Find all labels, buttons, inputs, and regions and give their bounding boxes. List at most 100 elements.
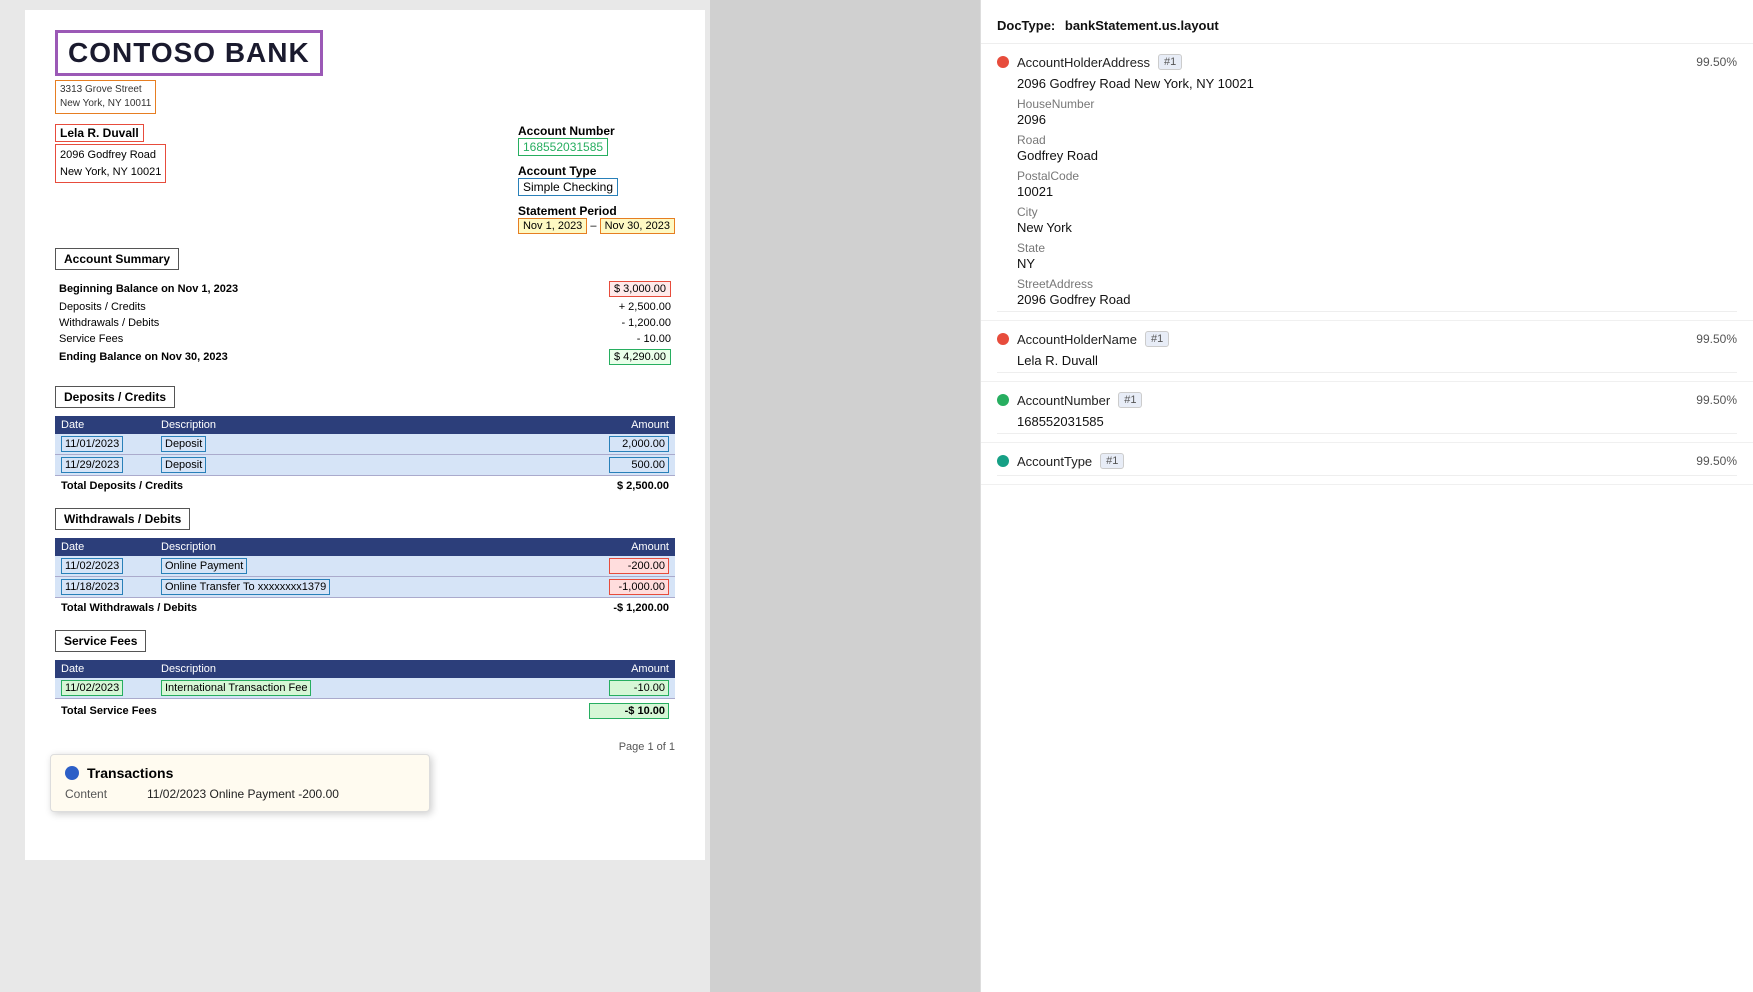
period-start: Nov 1, 2023 [518, 218, 587, 234]
deposits-header: Deposits / Credits [55, 386, 175, 408]
account-summary-header: Account Summary [55, 248, 179, 270]
field-value-accountnumber: 168552031585 [997, 412, 1737, 431]
deposit-row: 11/29/2023 Deposit 500.00 [55, 455, 675, 476]
account-number-value: 168552031585 [518, 138, 608, 156]
tooltip-content-row: Content 11/02/2023 Online Payment -200.0… [65, 787, 415, 801]
deposits-col-desc: Description [155, 416, 575, 434]
status-dot-accounttype [997, 455, 1009, 467]
field-score-accounttype: 99.50% [1696, 454, 1737, 468]
sub-field-name-road: Road [1017, 133, 1737, 147]
field-header-accountholderaddress[interactable]: AccountHolderAddress#1 99.50% [997, 50, 1737, 74]
page-number: Page 1 of 1 [55, 741, 675, 753]
summary-row: Service Fees- 10.00 [57, 332, 673, 346]
field-name-accountholderaddress: AccountHolderAddress [1017, 55, 1150, 70]
period-dash: – [590, 220, 596, 232]
field-header-accountnumber[interactable]: AccountNumber#1 99.50% [997, 388, 1737, 412]
field-header-left: AccountHolderName #1 [997, 331, 1169, 347]
field-name-accountnumber: AccountNumber [1017, 393, 1110, 408]
sub-field-value-streetaddress: 2096 Godfrey Road [1017, 292, 1737, 307]
field-header-accounttype[interactable]: AccountType#1 99.50% [997, 449, 1737, 473]
account-info: Account Number 168552031585 Account Type… [518, 124, 675, 234]
fee-row: 11/02/2023 International Transaction Fee… [55, 678, 675, 699]
bank-document: CONTOSO BANK 3313 Grove Street New York,… [25, 10, 705, 860]
sub-field-housenumber: HouseNumber2096 [997, 93, 1737, 129]
document-panel: CONTOSO BANK 3313 Grove Street New York,… [0, 0, 710, 992]
sub-field-road: RoadGodfrey Road [997, 129, 1737, 165]
status-dot-accountholderaddress [997, 56, 1009, 68]
sub-field-name-state: State [1017, 241, 1737, 255]
field-badge-accountholdername: #1 [1145, 331, 1169, 347]
field-value-accountholderaddress: 2096 Godfrey Road New York, NY 10021 [997, 74, 1737, 93]
bank-address: 3313 Grove Street New York, NY 10011 [55, 80, 156, 114]
doctype-label: DocType: [997, 18, 1055, 33]
deposits-col-amount: Amount [575, 416, 675, 434]
account-type-label: Account Type [518, 164, 596, 178]
field-name-accountholdername: AccountHolderName [1017, 332, 1137, 347]
withdrawals-col-date: Date [55, 538, 155, 556]
doctype-bar: DocType: bankStatement.us.layout [981, 10, 1753, 44]
field-group-accounttype[interactable]: AccountType#1 99.50% [981, 443, 1753, 485]
summary-row: Withdrawals / Debits- 1,200.00 [57, 316, 673, 330]
sub-field-value-road: Godfrey Road [1017, 148, 1737, 163]
customer-name: Lela R. Duvall [55, 124, 144, 142]
customer-address: 2096 Godfrey Road New York, NY 10021 [55, 144, 166, 183]
withdrawal-row: 11/18/2023 Online Transfer To xxxxxxxx13… [55, 577, 675, 598]
deposits-table: Date Description Amount 11/01/2023 Depos… [55, 416, 675, 494]
sub-field-city: CityNew York [997, 201, 1737, 237]
sub-field-state: StateNY [997, 237, 1737, 273]
tooltip-content-label: Content [65, 787, 135, 801]
fees-col-desc: Description [155, 660, 575, 678]
middle-panel [710, 0, 980, 992]
field-header-accountholdername[interactable]: AccountHolderName#199.50% [997, 327, 1737, 351]
sub-field-name-housenumber: HouseNumber [1017, 97, 1737, 111]
customer-info: Lela R. Duvall 2096 Godfrey Road New Yor… [55, 124, 166, 234]
field-score-accountnumber: 99.50% [1696, 393, 1737, 407]
withdrawals-col-amount: Amount [575, 538, 675, 556]
summary-row: Beginning Balance on Nov 1, 2023$ 3,000.… [57, 280, 673, 298]
right-panel[interactable]: DocType: bankStatement.us.layout Account… [980, 0, 1753, 992]
status-dot-accountholdername [997, 333, 1009, 345]
field-divider [997, 433, 1737, 434]
service-fees-header: Service Fees [55, 630, 146, 652]
period-end: Nov 30, 2023 [600, 218, 675, 234]
field-score-accountholderaddress: 99.50% [1696, 55, 1737, 69]
withdrawals-col-desc: Description [155, 538, 575, 556]
field-value-accountholdername: Lela R. Duvall [997, 351, 1737, 370]
withdrawals-header: Withdrawals / Debits [55, 508, 190, 530]
fees-total-row: Total Service Fees-$ 10.00 [55, 699, 675, 722]
field-header-left: AccountType#1 [997, 453, 1124, 469]
sub-field-value-housenumber: 2096 [1017, 112, 1737, 127]
field-badge-accounttype: #1 [1100, 453, 1124, 469]
deposits-total-row: Total Deposits / Credits$ 2,500.00 [55, 476, 675, 495]
fees-col-date: Date [55, 660, 155, 678]
field-group-accountnumber[interactable]: AccountNumber#1 99.50% 168552031585 [981, 382, 1753, 443]
sub-field-value-postalcode: 10021 [1017, 184, 1737, 199]
status-dot-accountnumber [997, 394, 1009, 406]
withdrawals-total-row: Total Withdrawals / Debits-$ 1,200.00 [55, 598, 675, 617]
tooltip-content-value: 11/02/2023 Online Payment -200.00 [147, 787, 339, 801]
tooltip-popup: Transactions Content 11/02/2023 Online P… [50, 754, 430, 812]
account-number-label: Account Number [518, 124, 615, 138]
sub-field-value-city: New York [1017, 220, 1737, 235]
withdrawals-table: Date Description Amount 11/02/2023 Onlin… [55, 538, 675, 616]
sub-field-name-streetaddress: StreetAddress [1017, 277, 1737, 291]
fields-container: AccountHolderAddress#199.50%2096 Godfrey… [981, 44, 1753, 485]
deposits-col-date: Date [55, 416, 155, 434]
summary-row: Deposits / Credits+ 2,500.00 [57, 300, 673, 314]
summary-table: Beginning Balance on Nov 1, 2023$ 3,000.… [55, 278, 675, 368]
tooltip-dot-icon [65, 766, 79, 780]
field-divider [997, 311, 1737, 312]
field-header-left: AccountNumber#1 [997, 392, 1142, 408]
field-header-left: AccountHolderAddress#1 [997, 54, 1182, 70]
account-type-value: Simple Checking [518, 178, 618, 196]
field-divider [997, 372, 1737, 373]
doctype-value: bankStatement.us.layout [1065, 18, 1219, 33]
fees-table: Date Description Amount 11/02/2023 Inter… [55, 660, 675, 721]
withdrawal-row: 11/02/2023 Online Payment -200.00 [55, 556, 675, 577]
field-group-accountholderaddress[interactable]: AccountHolderAddress#1 99.50% 2096 Godfrey… [981, 44, 1753, 321]
account-header: Lela R. Duvall 2096 Godfrey Road New Yor… [55, 124, 675, 234]
tooltip-title: Transactions [65, 765, 415, 781]
sub-field-streetaddress: StreetAddress2096 Godfrey Road [997, 273, 1737, 309]
field-group-accountholdername[interactable]: AccountHolderName#199.50%Lela R. Duvall [981, 321, 1753, 382]
fees-col-amount: Amount [575, 660, 675, 678]
